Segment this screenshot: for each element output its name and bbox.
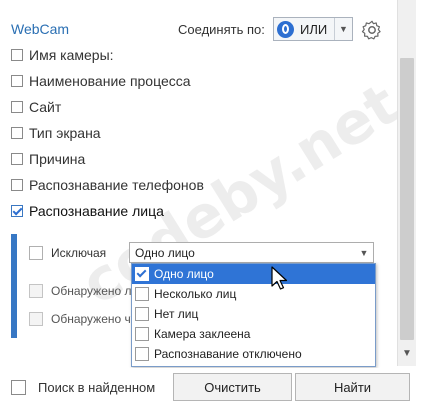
face-mode-select[interactable]: Одно лицо ▼ [129,242,374,263]
mouse-cursor-icon [271,266,288,290]
checkbox[interactable] [29,312,43,326]
face-mode-value: Одно лицо [135,245,195,260]
checkbox[interactable] [135,287,149,301]
filter-site[interactable]: Сайт [11,98,61,116]
filter-label: Тип экрана [29,125,101,141]
filter-label: Сайт [29,99,62,115]
dropdown-option-one-face[interactable]: Одно лицо [132,264,375,284]
checkbox[interactable] [11,179,23,191]
checkbox[interactable] [135,307,149,321]
or-operator-icon [277,20,294,38]
checkbox[interactable] [11,127,23,139]
connect-mode-value: ИЛИ [300,21,328,37]
filter-camera-name[interactable]: Имя камеры: [11,46,114,64]
checkbox-checked[interactable] [135,267,149,281]
face-mode-dropdown: Одно лицо Несколько лиц Нет лиц Камера з… [131,263,376,367]
clear-button[interactable]: Очистить [173,373,292,401]
checkbox[interactable] [11,101,23,113]
filter-label: Наименование процесса [29,73,191,89]
filter-face-recognition[interactable]: Распознавание лица [11,202,164,220]
filter-label: Распознавание телефонов [29,177,204,193]
checkbox[interactable] [29,284,43,298]
option-label: Одно лицо [154,267,214,281]
checkbox[interactable] [29,246,43,260]
option-label: Распознавание отключено [154,347,302,361]
filter-process-name[interactable]: Наименование процесса [11,72,191,90]
checkbox[interactable] [11,49,23,61]
filter-label: Имя камеры: [29,47,114,63]
checkbox[interactable] [11,153,23,165]
section-accent-bar [11,234,17,338]
checkbox[interactable] [135,327,149,341]
detected-option-1[interactable]: Обнаружено ли [29,282,138,300]
chevron-down-icon[interactable]: ▼ [334,18,352,40]
find-button[interactable]: Найти [295,373,410,401]
chevron-down-icon[interactable]: ▼ [355,243,373,262]
filter-panel: codeby.net WebCam Соединять по: ИЛИ ▼ Им… [0,0,425,412]
filter-reason[interactable]: Причина [11,150,85,168]
checkbox[interactable] [11,75,23,87]
checkbox[interactable] [135,347,149,361]
checkbox-checked[interactable] [11,205,23,217]
detected-label: Обнаружено чу [51,312,137,326]
scrollbar-thumb[interactable] [400,58,414,340]
dropdown-option-recognition-disabled[interactable]: Распознавание отключено [132,344,375,364]
gear-icon[interactable] [361,19,383,41]
dropdown-option-multiple-faces[interactable]: Несколько лиц [132,284,375,304]
filter-phone-recognition[interactable]: Распознавание телефонов [11,176,204,194]
connect-mode-select[interactable]: ИЛИ ▼ [273,17,353,41]
checkbox[interactable] [11,380,26,395]
vertical-scrollbar[interactable]: ▼ [397,0,416,366]
option-label: Камера заклеена [154,327,251,341]
option-label: Несколько лиц [154,287,237,301]
footer-bar: Поиск в найденном Очистить Найти [0,368,425,412]
detected-option-2[interactable]: Обнаружено чу [29,310,137,328]
dropdown-option-camera-covered[interactable]: Камера заклеена [132,324,375,344]
connect-label: Соединять по: [178,22,265,37]
filter-label: Распознавание лица [29,203,164,219]
option-label: Нет лиц [154,307,199,321]
exclude-label: Исключая [51,246,107,260]
search-in-found-label: Поиск в найденном [38,380,156,395]
dropdown-option-no-faces[interactable]: Нет лиц [132,304,375,324]
detected-label: Обнаружено ли [51,284,139,298]
scroll-down-arrow-icon[interactable]: ▼ [402,348,412,359]
filter-label: Причина [29,151,86,167]
exclude-option[interactable]: Исключая [29,244,106,262]
filter-screen-type[interactable]: Тип экрана [11,124,101,142]
panel-title: WebCam [11,21,70,37]
search-in-found-option[interactable]: Поиск в найденном [11,380,155,395]
